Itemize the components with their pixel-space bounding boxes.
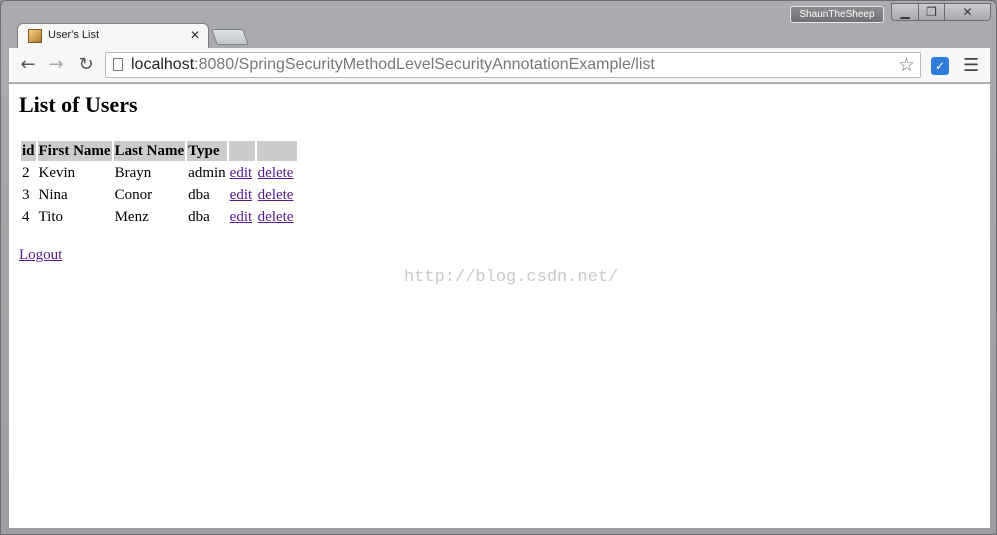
users-table: id First Name Last Name Type 2 Kevin Bra…: [19, 139, 299, 229]
cell-delete: delete: [257, 185, 297, 205]
edit-link[interactable]: edit: [230, 209, 253, 225]
hamburger-menu-icon[interactable]: ☰: [963, 55, 979, 76]
column-header-edit: [228, 141, 255, 161]
restore-icon: ❐: [926, 5, 937, 19]
table-row: 2 Kevin Brayn admin edit delete: [21, 163, 297, 183]
new-tab-button[interactable]: [211, 29, 249, 45]
browser-toolbar: ← → ↻ localhost:8080/SpringSecurityMetho…: [9, 48, 990, 83]
column-header-delete: [256, 141, 297, 161]
table-row: 4 Tito Menz dba edit delete: [21, 207, 297, 227]
cell-delete: delete: [257, 207, 297, 227]
address-bar[interactable]: localhost:8080/SpringSecurityMethodLevel…: [105, 52, 921, 78]
delete-link[interactable]: delete: [258, 187, 294, 203]
table-row: 3 Nina Conor dba edit delete: [21, 185, 297, 205]
star-icon[interactable]: ☆: [898, 54, 915, 76]
table-header-row: id First Name Last Name Type: [21, 141, 297, 161]
column-header-first-name: First Name: [37, 141, 112, 161]
cell-last-name: Conor: [114, 186, 153, 203]
delete-link[interactable]: delete: [258, 165, 294, 181]
cell-edit: edit: [229, 163, 255, 183]
minimize-button[interactable]: ▁: [891, 3, 919, 21]
cell-last-name: Menz: [114, 208, 149, 225]
browser-window: ShaunTheSheep ▁ ❐ ✕ User's List ✕ ← → ↻ …: [0, 0, 997, 535]
logout-link[interactable]: Logout: [19, 247, 62, 264]
edit-link[interactable]: edit: [230, 187, 253, 203]
tab-title: User's List: [48, 29, 99, 41]
cell-id: 4: [22, 208, 30, 225]
forward-arrow-icon[interactable]: →: [45, 54, 67, 76]
cell-type: admin: [188, 164, 226, 181]
url-text[interactable]: localhost:8080/SpringSecurityMethodLevel…: [131, 56, 655, 74]
column-header-id: id: [21, 141, 36, 161]
maximize-button[interactable]: ❐: [918, 3, 945, 21]
cell-id: 2: [22, 164, 30, 181]
watermark-text: http://blog.csdn.net/: [404, 268, 619, 287]
cell-id: 3: [22, 186, 30, 203]
close-icon: ✕: [962, 5, 973, 19]
delete-link[interactable]: delete: [258, 209, 294, 225]
minimize-icon: ▁: [900, 5, 910, 19]
cell-last-name: Brayn: [114, 164, 152, 181]
page-title: List of Users: [19, 92, 138, 117]
cell-delete: delete: [257, 163, 297, 183]
column-header-last-name: Last Name: [113, 141, 186, 161]
cell-edit: edit: [229, 207, 255, 227]
close-window-button[interactable]: ✕: [944, 3, 991, 21]
page-content: List of Users id First Name Last Name Ty…: [9, 84, 990, 528]
cell-type: dba: [188, 186, 210, 203]
cell-edit: edit: [229, 185, 255, 205]
edit-link[interactable]: edit: [230, 165, 253, 181]
tab-close-icon[interactable]: ✕: [190, 28, 200, 42]
back-arrow-icon[interactable]: ←: [17, 54, 39, 76]
extension-icon[interactable]: ✓: [931, 57, 949, 75]
reload-icon[interactable]: ↻: [75, 54, 97, 76]
favicon-icon: [28, 29, 42, 43]
page-icon: [113, 58, 123, 71]
cell-first-name: Nina: [38, 186, 68, 203]
tab-users-list[interactable]: User's List ✕: [17, 23, 209, 49]
cell-type: dba: [188, 208, 210, 225]
profile-badge[interactable]: ShaunTheSheep: [790, 6, 884, 23]
column-header-type: Type: [187, 141, 227, 161]
cell-first-name: Tito: [38, 208, 63, 225]
cell-first-name: Kevin: [38, 164, 76, 181]
